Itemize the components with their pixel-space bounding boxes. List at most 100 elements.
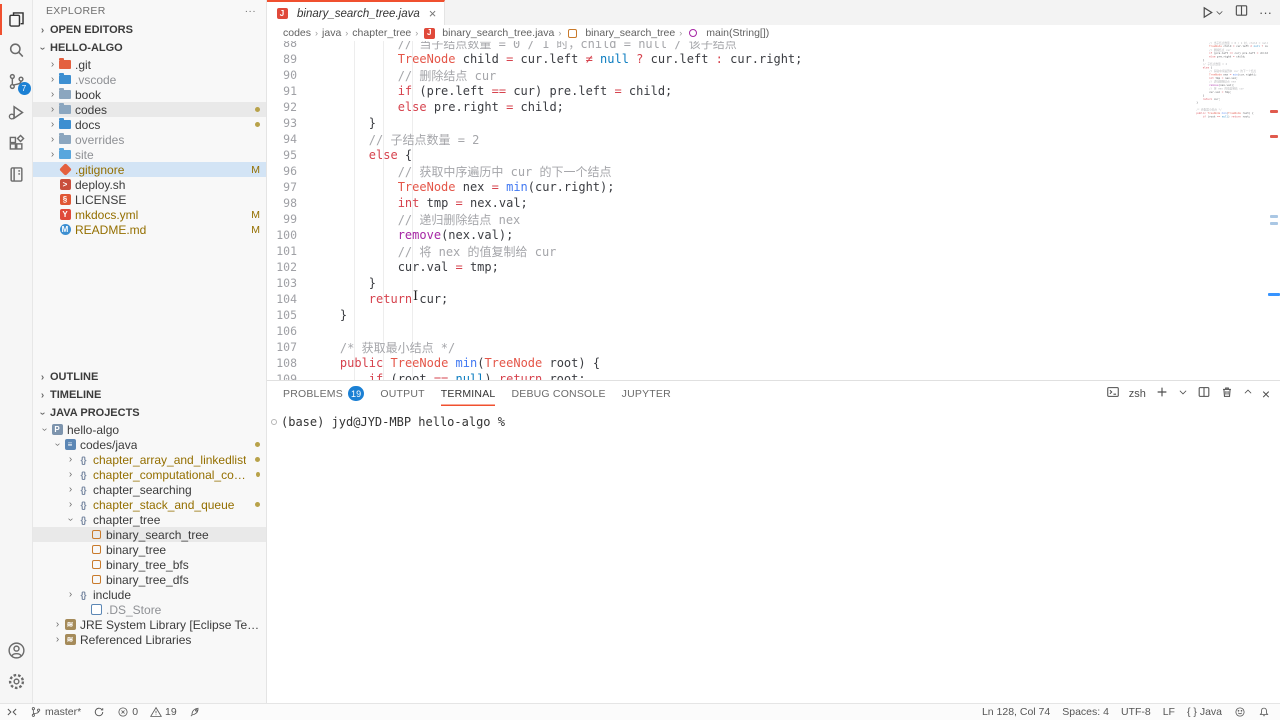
status-item[interactable]: Spaces: 4 <box>1062 704 1109 720</box>
breadcrumb-item[interactable]: binary_search_tree <box>565 27 675 39</box>
tree-item-license[interactable]: §LICENSE <box>33 192 266 207</box>
panel-tab-problems[interactable]: PROBLEMS19 <box>283 381 364 406</box>
tree-item-chapter-tree[interactable]: ›{}chapter_tree <box>33 512 266 527</box>
maximize-panel-icon[interactable] <box>1243 387 1253 400</box>
tab-close-icon[interactable]: × <box>429 6 437 21</box>
status-item-warning[interactable]: 19 <box>150 704 177 720</box>
code-line-100[interactable]: 100 remove(nex.val); <box>267 227 1190 243</box>
code-line-88[interactable]: 88 // 当子结点数量 = 0 / 1 时，child = null / 该子… <box>267 41 1190 51</box>
tree-item-binary-tree-bfs[interactable]: binary_tree_bfs <box>33 557 266 572</box>
notebook-icon[interactable] <box>0 159 33 190</box>
status-item-feedback[interactable] <box>1234 704 1246 720</box>
code-line-89[interactable]: 89 TreeNode child = cur.left ≠ null ? cu… <box>267 51 1190 67</box>
code-line-98[interactable]: 98 int tmp = nex.val; <box>267 195 1190 211</box>
close-panel-icon[interactable]: × <box>1262 386 1270 402</box>
tree-item-binary-search-tree[interactable]: binary_search_tree <box>33 527 266 542</box>
code-line-109[interactable]: 109 if (root == null) return root; <box>1190 115 1268 119</box>
editor-more-actions-icon[interactable]: ··· <box>1259 5 1272 20</box>
outline-section[interactable]: ›OUTLINE <box>33 368 266 386</box>
code-line-94[interactable]: 94 // 子结点数量 = 2 <box>267 131 1190 147</box>
extensions-icon[interactable] <box>0 128 33 159</box>
terminal-shell-label[interactable]: zsh <box>1129 388 1146 400</box>
minimap[interactable]: 88 // 当子结点数量 = 0 / 1 时，child = null / 该子… <box>1190 41 1268 380</box>
workspace-root[interactable]: ›HELLO-ALGO <box>33 39 266 57</box>
panel-tab-terminal[interactable]: TERMINAL <box>441 381 496 406</box>
status-item-bell[interactable] <box>1258 704 1270 720</box>
tree-item-chapter-searching[interactable]: ›{}chapter_searching <box>33 482 266 497</box>
code-line-95[interactable]: 95 else { <box>267 147 1190 163</box>
tree-item--gitignore[interactable]: .gitignoreM <box>33 162 266 177</box>
tree-item-include[interactable]: ›{}include <box>33 587 266 602</box>
run-java-button[interactable] <box>1200 5 1224 20</box>
tree-item-overrides[interactable]: ›overrides <box>33 132 266 147</box>
breadcrumb-item[interactable]: main(String[]) <box>686 27 769 39</box>
status-item[interactable]: UTF-8 <box>1121 704 1151 720</box>
tree-item-deploy-sh[interactable]: >deploy.sh <box>33 177 266 192</box>
account-icon[interactable] <box>0 635 33 666</box>
breadcrumb-item[interactable]: chapter_tree <box>352 27 411 39</box>
settings-gear-icon[interactable] <box>0 666 33 697</box>
kill-terminal-icon[interactable] <box>1220 385 1234 402</box>
run-debug-icon[interactable] <box>0 97 33 128</box>
tree-item-referenced-libraries[interactable]: ›≋Referenced Libraries <box>33 632 266 647</box>
status-item-error[interactable]: 0 <box>117 704 138 720</box>
tree-item--ds-store[interactable]: .DS_Store <box>33 602 266 617</box>
code-line-106[interactable]: 106 <box>267 323 1190 339</box>
code-line-101[interactable]: 101 // 将 nex 的值复制给 cur <box>267 243 1190 259</box>
panel-tab-output[interactable]: OUTPUT <box>380 381 424 406</box>
explorer-more-actions-icon[interactable]: ··· <box>245 5 256 17</box>
breadcrumb-item[interactable]: codes <box>283 27 311 39</box>
tree-item-book[interactable]: ›book <box>33 87 266 102</box>
new-terminal-icon[interactable] <box>1155 385 1169 402</box>
code-line-92[interactable]: 92 else pre.right = child; <box>267 99 1190 115</box>
tab-binary-search-tree[interactable]: J binary_search_tree.java × <box>267 0 445 25</box>
java-projects-section[interactable]: ›JAVA PROJECTS <box>33 404 266 422</box>
code-line-96[interactable]: 96 // 获取中序遍历中 cur 的下一个结点 <box>267 163 1190 179</box>
split-terminal-icon[interactable] <box>1197 385 1211 402</box>
tree-item--git[interactable]: ›.git <box>33 57 266 72</box>
code-line-105[interactable]: 105 } <box>267 307 1190 323</box>
overview-ruler[interactable] <box>1268 41 1280 380</box>
tree-item-hello-algo[interactable]: ›Phello-algo <box>33 422 266 437</box>
code-line-90[interactable]: 90 // 删除结点 cur <box>267 67 1190 83</box>
tree-item-codes[interactable]: ›codes <box>33 102 266 117</box>
tree-item-chapter-array-and-linkedlist[interactable]: ›{}chapter_array_and_linkedlist <box>33 452 266 467</box>
status-item[interactable]: { } Java <box>1187 704 1222 720</box>
code-line-109[interactable]: 109 if (root == null) return root; <box>267 371 1190 380</box>
tree-item-binary-tree[interactable]: binary_tree <box>33 542 266 557</box>
panel-tab-debug-console[interactable]: DEBUG CONSOLE <box>511 381 605 406</box>
tree-item-chapter-stack-and-queue[interactable]: ›{}chapter_stack_and_queue <box>33 497 266 512</box>
tree-item-binary-tree-dfs[interactable]: binary_tree_dfs <box>33 572 266 587</box>
code-line-99[interactable]: 99 // 递归删除结点 nex <box>267 211 1190 227</box>
status-item-sync[interactable] <box>93 704 105 720</box>
explorer-icon[interactable] <box>0 4 33 35</box>
code-editor[interactable]: 88 // 当子结点数量 = 0 / 1 时，child = null / 该子… <box>267 41 1280 380</box>
tree-item-codes-java[interactable]: ›≡codes/java <box>33 437 266 452</box>
status-item[interactable]: LF <box>1163 704 1175 720</box>
tree-item-chapter-computational-complexity[interactable]: ›{}chapter_computational_complexity <box>33 467 266 482</box>
code-line-97[interactable]: 97 TreeNode nex = min(cur.right); <box>267 179 1190 195</box>
tree-item-site[interactable]: ›site <box>33 147 266 162</box>
panel-tab-jupyter[interactable]: JUPYTER <box>622 381 671 406</box>
code-line-102[interactable]: 102 cur.val = tmp; <box>267 259 1190 275</box>
code-line-104[interactable]: 104 return cur; <box>267 291 1190 307</box>
status-item-rocket[interactable] <box>189 704 201 720</box>
tree-item-jre-system-library-eclipse-temurin-17-17-[interactable]: ›≋JRE System Library [Eclipse Temurin 17… <box>33 617 266 632</box>
code-line-93[interactable]: 93 } <box>267 115 1190 131</box>
open-editors-section[interactable]: ›OPEN EDITORS <box>33 21 266 39</box>
breadcrumb-item[interactable]: Jbinary_search_tree.java <box>422 27 554 39</box>
timeline-section[interactable]: ›TIMELINE <box>33 386 266 404</box>
status-item-branch[interactable]: master* <box>30 704 81 720</box>
terminal-shell-icon[interactable] <box>1106 385 1120 402</box>
tree-item-docs[interactable]: ›docs <box>33 117 266 132</box>
code-line-107[interactable]: 107 /* 获取最小结点 */ <box>267 339 1190 355</box>
tree-item-readme-md[interactable]: MREADME.mdM <box>33 222 266 237</box>
tree-item-mkdocs-yml[interactable]: Ymkdocs.ymlM <box>33 207 266 222</box>
status-item-remote[interactable] <box>6 704 18 720</box>
terminal-output[interactable]: (base) jyd@JYD-MBP hello-algo % <box>267 406 1280 703</box>
tree-item--vscode[interactable]: ›.vscode <box>33 72 266 87</box>
search-icon[interactable] <box>0 35 33 66</box>
split-editor-icon[interactable] <box>1234 3 1249 23</box>
terminal-dropdown-icon[interactable] <box>1178 387 1188 400</box>
source-control-icon[interactable]: 7 <box>0 66 33 97</box>
